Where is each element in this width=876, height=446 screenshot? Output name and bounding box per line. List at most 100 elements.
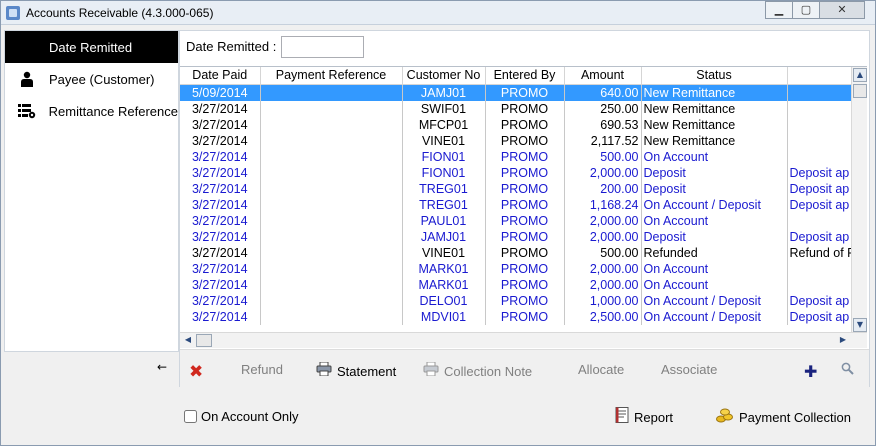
cell-amount: 2,500.00 xyxy=(564,308,642,325)
column-header-notes[interactable] xyxy=(787,67,852,85)
on-account-only-checkbox[interactable] xyxy=(184,410,197,423)
cell-customer-no: DELO01 xyxy=(402,292,486,309)
horizontal-scrollbar[interactable]: ◀ ▶ xyxy=(180,332,867,348)
arrow-left-icon: ◀ xyxy=(184,335,192,344)
window-body: Date Remitted Payee (Customer) Remittanc… xyxy=(1,27,875,445)
cell-status: On Account / Deposit xyxy=(641,308,788,325)
cell-date-paid: 3/27/2014 xyxy=(180,164,261,181)
cell-customer-no: TREG01 xyxy=(402,180,486,197)
table-row[interactable]: 3/27/2014 JAMJ01 PROMO 2,000.00 Deposit Depos… xyxy=(180,228,852,245)
cell-amount: 1,168.24 xyxy=(564,196,642,213)
scroll-right-button[interactable]: ▶ xyxy=(836,334,850,347)
table-row[interactable]: 3/27/2014 FION01 PROMO 500.00 On Account xyxy=(180,148,852,165)
sidebar-item-date-remitted[interactable]: Date Remitted xyxy=(5,31,178,63)
table-row[interactable]: 3/27/2014 DELO01 PROMO 1,000.00 On Account /… xyxy=(180,292,852,309)
payment-collection-label: Payment Collection xyxy=(739,409,851,425)
table-row[interactable]: 3/27/2014 FION01 PROMO 2,000.00 Deposit Depos… xyxy=(180,164,852,181)
delete-button[interactable]: ✖ xyxy=(189,362,208,382)
cell-date-paid: 3/27/2014 xyxy=(180,100,261,117)
cell-date-paid: 3/27/2014 xyxy=(180,116,261,133)
add-button[interactable]: ✚ xyxy=(804,362,822,381)
cell-notes xyxy=(787,212,852,229)
statement-button[interactable]: Statement xyxy=(316,361,396,380)
remittance-grid: Date Paid Payment Reference Customer No … xyxy=(180,66,867,348)
column-header-status[interactable]: Status xyxy=(641,67,788,85)
cell-customer-no: MDVI01 xyxy=(402,308,486,325)
minimize-button[interactable]: ▁ xyxy=(765,1,793,19)
on-account-only-checkbox-group[interactable]: On Account Only xyxy=(184,409,299,424)
cell-status: Deposit xyxy=(641,180,788,197)
cell-status: On Account xyxy=(641,212,788,229)
column-header-entered-by[interactable]: Entered By xyxy=(485,67,565,85)
cell-amount: 1,000.00 xyxy=(564,292,642,309)
search-button[interactable] xyxy=(841,362,859,379)
report-button[interactable]: Report xyxy=(615,407,673,427)
vertical-scroll-thumb[interactable] xyxy=(853,84,867,98)
column-header-payment-reference[interactable]: Payment Reference xyxy=(260,67,403,85)
table-row[interactable]: 3/27/2014 MARK01 PROMO 2,000.00 On Account xyxy=(180,260,852,277)
scroll-left-button[interactable]: ◀ xyxy=(181,334,195,347)
table-row[interactable]: 3/27/2014 MDVI01 PROMO 2,500.00 On Account /… xyxy=(180,308,852,325)
column-header-date-paid[interactable]: Date Paid xyxy=(180,67,261,85)
sidebar-item-label: Payee (Customer) xyxy=(49,71,155,87)
cell-notes: Deposit ap xyxy=(787,292,852,309)
refund-label: Refund xyxy=(241,362,283,377)
cell-payment-reference xyxy=(260,116,403,133)
horizontal-scroll-thumb[interactable] xyxy=(196,334,212,347)
table-row[interactable]: 3/27/2014 PAUL01 PROMO 2,000.00 On Account xyxy=(180,212,852,229)
title-bar[interactable]: Accounts Receivable (4.3.000-065) ▁ ▢ ✕ xyxy=(1,1,875,25)
sidebar-item-payee[interactable]: Payee (Customer) xyxy=(5,63,178,95)
cell-amount: 2,117.52 xyxy=(564,132,642,149)
cell-customer-no: SWIF01 xyxy=(402,100,486,117)
cell-status: Deposit xyxy=(641,164,788,181)
table-row[interactable]: 3/27/2014 SWIF01 PROMO 250.00 New Remittance xyxy=(180,100,852,117)
window-controls: ▁ ▢ ✕ xyxy=(765,1,865,19)
refund-button[interactable]: Refund xyxy=(241,362,283,377)
cell-entered-by: PROMO xyxy=(485,116,565,133)
vertical-scrollbar[interactable]: ▲ ▼ xyxy=(851,67,867,333)
cell-status: On Account xyxy=(641,260,788,277)
maximize-button[interactable]: ▢ xyxy=(792,1,820,19)
allocate-button[interactable]: Allocate xyxy=(578,362,624,377)
scroll-up-button[interactable]: ▲ xyxy=(853,68,867,82)
cell-payment-reference xyxy=(260,228,403,245)
scroll-down-button[interactable]: ▼ xyxy=(853,318,867,332)
cell-date-paid: 3/27/2014 xyxy=(180,244,261,261)
cell-entered-by: PROMO xyxy=(485,148,565,165)
associate-button[interactable]: Associate xyxy=(661,362,717,377)
table-row[interactable]: 3/27/2014 VINE01 PROMO 500.00 Refunded Refund… xyxy=(180,244,852,261)
table-row[interactable]: 3/27/2014 MFCP01 PROMO 690.53 New Remittance xyxy=(180,116,852,133)
date-remitted-filter-input[interactable] xyxy=(281,36,364,58)
cell-status: On Account / Deposit xyxy=(641,292,788,309)
app-icon xyxy=(6,6,20,20)
cell-customer-no: VINE01 xyxy=(402,132,486,149)
cell-payment-reference xyxy=(260,148,403,165)
footer-bar: On Account Only Report Payment Collectio… xyxy=(1,397,875,437)
sidebar-item-remittance-reference[interactable]: Remittance Reference xyxy=(5,95,178,127)
cell-entered-by: PROMO xyxy=(485,164,565,181)
cell-date-paid: 3/27/2014 xyxy=(180,132,261,149)
collection-note-button[interactable]: Collection Note xyxy=(423,361,532,380)
collapse-sidebar-icon[interactable]: ← xyxy=(157,360,167,374)
window-title: Accounts Receivable (4.3.000-065) xyxy=(26,6,214,20)
cell-customer-no: VINE01 xyxy=(402,244,486,261)
table-row[interactable]: 3/27/2014 TREG01 PROMO 200.00 Deposit Deposit… xyxy=(180,180,852,197)
cell-status: New Remittance xyxy=(641,132,788,149)
column-header-amount[interactable]: Amount xyxy=(564,67,642,85)
cell-notes xyxy=(787,84,852,101)
cell-notes: Refund of P xyxy=(787,244,852,261)
cell-entered-by: PROMO xyxy=(485,196,565,213)
cell-entered-by: PROMO xyxy=(485,276,565,293)
table-row[interactable]: 3/27/2014 TREG01 PROMO 1,168.24 On Account /… xyxy=(180,196,852,213)
table-row[interactable]: 5/09/2014 JAMJ01 PROMO 640.00 New Remittance xyxy=(180,84,852,101)
cell-entered-by: PROMO xyxy=(485,260,565,277)
payment-collection-button[interactable]: Payment Collection xyxy=(716,407,851,427)
table-row[interactable]: 3/27/2014 VINE01 PROMO 2,117.52 New Remittan… xyxy=(180,132,852,149)
column-header-customer-no[interactable]: Customer No xyxy=(402,67,486,85)
close-button[interactable]: ✕ xyxy=(819,1,865,19)
cell-date-paid: 3/27/2014 xyxy=(180,260,261,277)
table-row[interactable]: 3/27/2014 MARK01 PROMO 2,000.00 On Account xyxy=(180,276,852,293)
cell-date-paid: 3/27/2014 xyxy=(180,196,261,213)
cell-notes xyxy=(787,116,852,133)
main-panel: Date Remitted : Date Paid Payment Refere… xyxy=(179,30,870,387)
